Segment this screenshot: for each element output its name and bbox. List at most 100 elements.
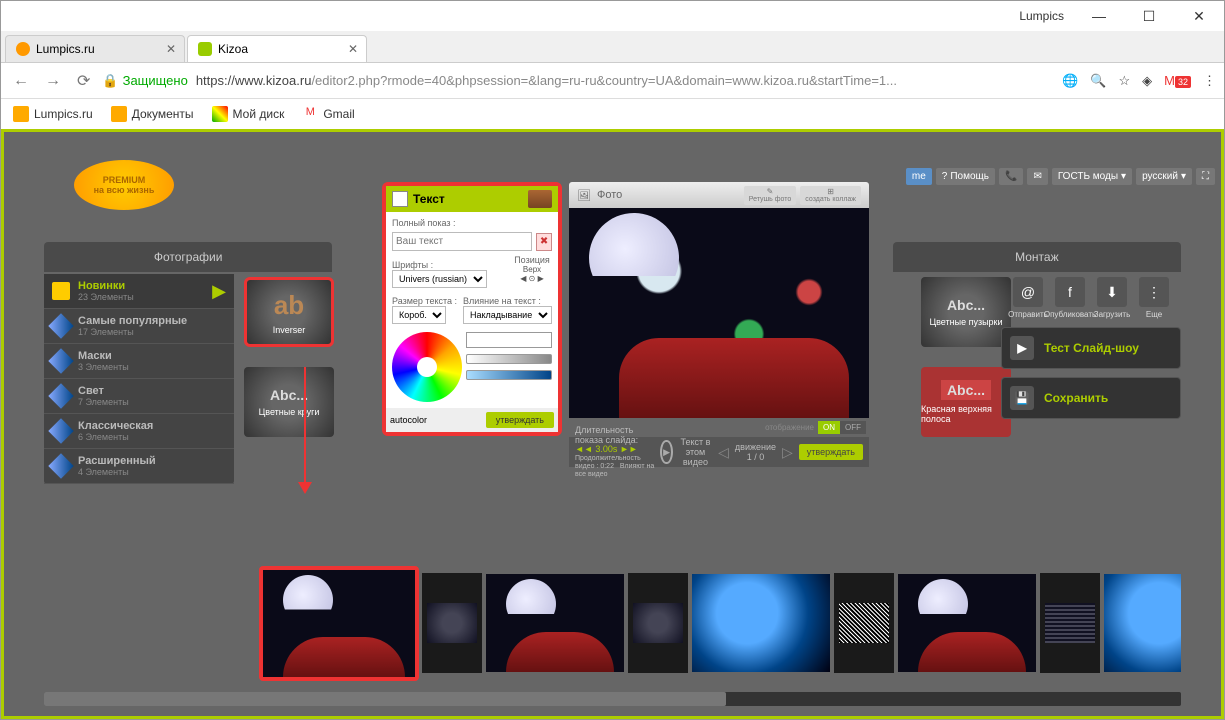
sidebar-item-popular[interactable]: Самые популярные17 Элементы	[44, 309, 234, 344]
font-select[interactable]: Univers (russian)	[392, 270, 487, 288]
facebook-icon: f	[1055, 277, 1085, 307]
car-graphic	[619, 338, 849, 418]
tab-montage[interactable]: Монтаж	[893, 242, 1181, 272]
color-slider-2[interactable]	[466, 370, 552, 380]
popup-footer: autocolor утверждать	[386, 408, 558, 432]
premium-badge[interactable]: PREMIUM на всю жизнь	[74, 160, 174, 210]
preview-image[interactable]	[569, 208, 869, 418]
star-icon[interactable]: ☆	[1118, 73, 1130, 89]
browser-tab-lumpics[interactable]: Lumpics.ru ✕	[5, 35, 185, 62]
popup-title: Текст	[413, 192, 445, 206]
color-wheel[interactable]	[392, 332, 462, 402]
help-button[interactable]: ?Помощь	[936, 168, 995, 185]
help-bar: me ?Помощь 📞 ✉ ГОСТЬ моды ▾ русский ▾ ⛶	[906, 168, 1215, 185]
text-effect-inverser[interactable]: ab Inverser	[244, 277, 334, 347]
url-field[interactable]: https://www.kizoa.ru/editor2.php?rmode=4…	[196, 73, 897, 88]
timeline-slide-selected[interactable]	[259, 566, 419, 681]
test-slideshow-button[interactable]: ▶Тест Слайд-шоу	[1001, 327, 1181, 369]
scrollbar-thumb[interactable]	[44, 692, 726, 706]
sidebar-item-advanced[interactable]: Расширенный4 Элементы	[44, 449, 234, 484]
timeline-slide-1[interactable]	[485, 573, 625, 673]
save-button[interactable]: 💾Сохранить	[1001, 377, 1181, 419]
sidebar-item-masks[interactable]: Маски3 Элементы	[44, 344, 234, 379]
bookmark-documents[interactable]: Документы	[111, 106, 194, 122]
save-icon: 💾	[1010, 386, 1034, 410]
timeline-transition[interactable]	[1040, 573, 1100, 673]
timeline-slide-2[interactable]	[691, 573, 831, 673]
color-swatch[interactable]	[466, 332, 552, 348]
mail-icon[interactable]: ✉	[1027, 168, 1047, 185]
timeline-slide-4[interactable]	[1103, 573, 1181, 673]
text-effect-redband[interactable]: Abc... Красная верхняя полоса	[921, 367, 1011, 437]
share-row: @Отправить fОпубликовать ⬇Загрузить ⋮Еще	[1001, 277, 1181, 319]
display-toggle[interactable]: отображение ON OFF	[760, 421, 866, 434]
favicon-icon	[16, 42, 30, 56]
app-workspace: PREMIUM на всю жизнь me ?Помощь 📞 ✉ ГОСТ…	[4, 132, 1221, 716]
fullscreen-icon[interactable]: ⛶	[1196, 168, 1215, 185]
tab-title: Lumpics.ru	[36, 42, 95, 56]
next-icon[interactable]: ▷	[782, 444, 793, 461]
download-button[interactable]: ⬇Загрузить	[1094, 277, 1130, 319]
language-dropdown[interactable]: русский ▾	[1136, 168, 1192, 185]
popup-approve-button[interactable]: утверждать	[486, 412, 554, 428]
timeline-scrollbar[interactable]	[44, 692, 1181, 706]
prev-frame-icon[interactable]: ◄◄	[575, 444, 593, 454]
tab-close-icon[interactable]: ✕	[166, 42, 176, 56]
sidebar-item-new[interactable]: Новинки23 Элементы ▶	[44, 274, 234, 309]
minimize-button[interactable]: —	[1084, 8, 1114, 24]
approve-button[interactable]: утверждать	[799, 444, 863, 460]
autocolor-label: autocolor	[390, 415, 427, 425]
reload-button[interactable]: ⟳	[73, 71, 94, 91]
maximize-button[interactable]: ☐	[1134, 8, 1164, 25]
next-frame-icon[interactable]: ►►	[620, 444, 638, 454]
size-select[interactable]: Короб.	[392, 306, 446, 324]
effect-select[interactable]: Накладывание	[463, 306, 552, 324]
search-icon[interactable]: 🔍	[1090, 73, 1106, 89]
forward-button[interactable]: →	[41, 72, 65, 90]
text-effect-circles[interactable]: Abc... Цветные круги	[244, 367, 334, 437]
bookmark-gmail[interactable]: MGmail	[302, 106, 354, 122]
sidebar-item-classic[interactable]: Классическая6 Элементы	[44, 414, 234, 449]
window-titlebar: Lumpics — ☐ ✕	[1, 1, 1224, 31]
tab-photos[interactable]: Фотографии	[44, 242, 332, 272]
timeline-transition[interactable]	[834, 573, 894, 673]
full-label: Полный показ :	[392, 218, 552, 228]
collage-button[interactable]: ⊞создать коллаж	[800, 186, 861, 205]
back-button[interactable]: ←	[9, 72, 33, 90]
position-joystick[interactable]: Верх ◀ ⊙ ▶ Право	[512, 265, 552, 292]
send-button[interactable]: @Отправить	[1010, 277, 1046, 319]
timeline-slide-3[interactable]	[897, 573, 1037, 673]
play-button[interactable]: ▶	[660, 440, 672, 464]
delete-icon[interactable]: ✖	[536, 233, 552, 251]
contact-icon[interactable]: 📞	[999, 168, 1023, 185]
text-input[interactable]	[392, 232, 532, 251]
gmail-icon[interactable]: M32	[1164, 73, 1191, 88]
secure-badge[interactable]: 🔒 Защищено	[102, 73, 187, 89]
timeline-transition[interactable]	[422, 573, 482, 673]
bookmark-drive[interactable]: Мой диск	[212, 106, 285, 122]
tab-title: Kizoa	[218, 42, 248, 56]
retouch-button[interactable]: ✎Ретушь фото	[744, 186, 797, 205]
menu-icon[interactable]: ⋮	[1203, 73, 1216, 89]
me-button[interactable]: me	[906, 168, 932, 185]
text-effect-bubbles[interactable]: Abc... Цветные пузырки	[921, 277, 1011, 347]
timeline: 1 2 3 4	[44, 558, 1181, 688]
extension-icon[interactable]: ◈	[1142, 73, 1152, 89]
bookmarks-bar: Lumpics.ru Документы Мой диск MGmail	[1, 99, 1224, 129]
close-button[interactable]: ✕	[1184, 8, 1214, 25]
category-sidebar: Новинки23 Элементы ▶ Самые популярные17 …	[44, 274, 234, 484]
preview-panel: 🖼 Фото ✎Ретушь фото ⊞создать коллаж отоб…	[569, 182, 869, 467]
timeline-transition[interactable]	[628, 573, 688, 673]
translate-icon[interactable]: 🌐	[1062, 73, 1078, 89]
prev-icon[interactable]: ◁	[718, 444, 729, 461]
window-title: Lumpics	[1019, 9, 1064, 23]
more-button[interactable]: ⋮Еще	[1136, 277, 1172, 319]
guest-dropdown[interactable]: ГОСТЬ моды ▾	[1052, 168, 1132, 185]
tab-close-icon[interactable]: ✕	[348, 42, 358, 56]
category-icon	[52, 282, 70, 300]
bookmark-lumpics[interactable]: Lumpics.ru	[13, 106, 93, 122]
browser-tab-kizoa[interactable]: Kizoa ✕	[187, 35, 367, 62]
color-slider-1[interactable]	[466, 354, 552, 364]
sidebar-item-light[interactable]: Свет7 Элементы	[44, 379, 234, 414]
publish-button[interactable]: fОпубликовать	[1052, 277, 1088, 319]
